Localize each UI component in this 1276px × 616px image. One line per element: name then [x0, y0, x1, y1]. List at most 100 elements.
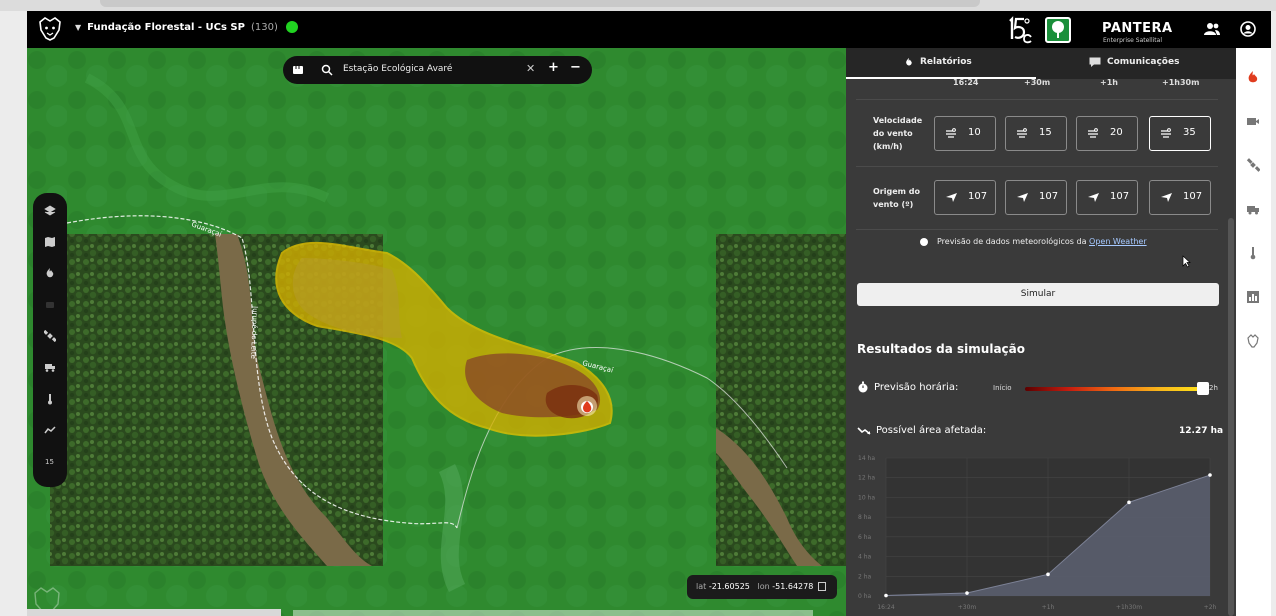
- truck-icon[interactable]: [1246, 202, 1260, 216]
- trend-icon[interactable]: [44, 424, 56, 436]
- data-point: [1127, 500, 1131, 505]
- satellite-tile-right: [716, 234, 846, 566]
- fire-origin-icon[interactable]: [581, 401, 593, 413]
- x-tick-label: +30m: [958, 604, 977, 611]
- wind-direction-icon: [1161, 193, 1172, 202]
- forecast-row: Previsão horária:: [857, 381, 958, 393]
- affected-area-value: 12.27 ha: [1179, 426, 1224, 436]
- chart-icon[interactable]: [1246, 290, 1260, 304]
- panther-icon[interactable]: [1246, 334, 1260, 348]
- 15c-logo: [1005, 15, 1033, 45]
- panel-scrollbar[interactable]: [1228, 218, 1234, 616]
- top-bar: ▼ Fundação Florestal - UCs SP (130) PANT…: [27, 11, 1271, 48]
- wind-speed-cell-1[interactable]: 15: [1005, 116, 1067, 151]
- wind-origin-value: 107: [1183, 191, 1203, 202]
- video-icon[interactable]: [1246, 114, 1260, 128]
- blank-icon[interactable]: [44, 299, 56, 311]
- weather-note-text: Previsão de dados meteorológicos da: [937, 237, 1087, 246]
- wind-speed-cell-3[interactable]: 35: [1149, 116, 1211, 151]
- wind-origin-cell-1[interactable]: 107: [1005, 180, 1067, 215]
- tab-label: Relatórios: [920, 57, 972, 67]
- panther-logo-icon[interactable]: [37, 16, 63, 42]
- tab-relatorios[interactable]: Relatórios: [904, 57, 972, 67]
- layers-icon[interactable]: [44, 205, 56, 217]
- satellite-icon[interactable]: [44, 330, 56, 342]
- label-line: vento (º): [873, 200, 914, 209]
- fire-icon: [906, 57, 912, 66]
- wind-origin-cell-0[interactable]: 107: [934, 180, 996, 215]
- browser-chrome-strip: [0, 0, 1276, 11]
- search-bar[interactable]: Estação Ecológica Avaré ✕ + −: [283, 56, 592, 84]
- 15c-icon[interactable]: 15: [44, 455, 56, 467]
- lon-label: lon: [757, 582, 770, 591]
- wind-origin-value: 107: [1110, 191, 1130, 202]
- ruler-icon[interactable]: [292, 63, 304, 77]
- divider: [856, 99, 1218, 100]
- x-tick-label: +1h: [1042, 604, 1055, 611]
- fire-icon[interactable]: [44, 267, 56, 279]
- wind-speed-cell-2[interactable]: 20: [1076, 116, 1138, 151]
- tab-label: Comunicações: [1107, 57, 1180, 67]
- 15c-logo-icon: [1009, 16, 1032, 44]
- organization-selector[interactable]: ▼ Fundação Florestal - UCs SP (130): [75, 21, 298, 33]
- weather-source-radio[interactable]: [920, 238, 928, 246]
- thermometer-icon[interactable]: [1246, 246, 1260, 260]
- weather-note: Previsão de dados meteorológicos da Open…: [937, 237, 1147, 246]
- lat-label: lat: [696, 582, 707, 591]
- y-tick-label: 8 ha: [858, 514, 872, 521]
- x-tick-label: +1h30m: [1116, 604, 1142, 611]
- divider: [856, 229, 1218, 230]
- y-tick-label: 0 ha: [858, 593, 872, 600]
- time-col-1: +30m: [1024, 78, 1051, 87]
- affected-area-row: Possível área afetada:: [857, 425, 986, 436]
- map-canvas[interactable]: Guaraçaí Guaraçaí Jurupé do Leite: [27, 48, 846, 616]
- zoom-out-button[interactable]: −: [570, 60, 581, 75]
- account-icon[interactable]: [1240, 21, 1256, 37]
- label-line: do vento: [873, 129, 913, 138]
- wind-origin-cell-3[interactable]: 107: [1149, 180, 1211, 215]
- label-line: (km/h): [873, 142, 903, 151]
- wind-speed-cell-0[interactable]: 10: [934, 116, 996, 151]
- clear-search-icon[interactable]: ✕: [526, 62, 535, 75]
- data-point: [1208, 473, 1212, 477]
- truck-icon[interactable]: [44, 361, 56, 373]
- users-icon[interactable]: [1204, 22, 1220, 36]
- wind-origin-cell-2[interactable]: 107: [1076, 180, 1138, 215]
- zoom-in-button[interactable]: +: [548, 60, 559, 75]
- data-point: [1046, 572, 1050, 577]
- brand-subtitle: Enterprise Satellital: [1103, 37, 1162, 44]
- tab-comunicacoes[interactable]: Comunicações: [1089, 57, 1179, 67]
- y-tick-label: 12 ha: [858, 475, 875, 482]
- map-attribution: [293, 610, 813, 616]
- slider-knob[interactable]: [1197, 382, 1209, 395]
- mouse-cursor-icon: [1182, 255, 1191, 268]
- map-view[interactable]: Guaraçaí Guaraçaí Jurupé do Leite: [27, 48, 846, 616]
- search-icon[interactable]: [321, 63, 333, 77]
- wind-speed-icon: [946, 128, 956, 138]
- wind-speed-value: 10: [968, 127, 981, 138]
- coordinates-readout: lat -21.60525 lon -51.64278: [687, 575, 837, 599]
- time-col-0: 16:24: [953, 78, 979, 87]
- simulate-button[interactable]: Simular: [857, 283, 1219, 306]
- browser-address-bar[interactable]: [100, 0, 980, 7]
- wind-direction-icon: [1088, 193, 1099, 202]
- forecast-slider[interactable]: [1025, 387, 1203, 391]
- left-toolbar: 15: [33, 193, 67, 487]
- chat-icon: [1089, 57, 1101, 67]
- satellite-icon[interactable]: [1246, 158, 1260, 172]
- thermometer-icon[interactable]: [44, 393, 56, 405]
- search-input[interactable]: Estação Ecológica Avaré: [343, 64, 452, 74]
- status-dot: [285, 21, 298, 33]
- wind-origin-value: 107: [1039, 191, 1059, 202]
- lat-value: -21.60525: [708, 582, 750, 591]
- copy-icon[interactable]: [818, 582, 826, 591]
- slider-end-label: 2h: [1209, 384, 1218, 392]
- map-icon[interactable]: [44, 236, 56, 248]
- open-weather-link[interactable]: Open Weather: [1089, 237, 1147, 246]
- wind-speed-icon: [1161, 128, 1171, 138]
- data-point: [884, 593, 888, 598]
- affected-area-chart: 0 ha 2 ha 4 ha 6 ha 8 ha 10 ha 12 ha 14 ha 16:24…: [858, 455, 1217, 611]
- fire-icon[interactable]: [1246, 70, 1260, 84]
- bottom-bar: [27, 609, 281, 616]
- right-icon-rail: [1236, 48, 1271, 616]
